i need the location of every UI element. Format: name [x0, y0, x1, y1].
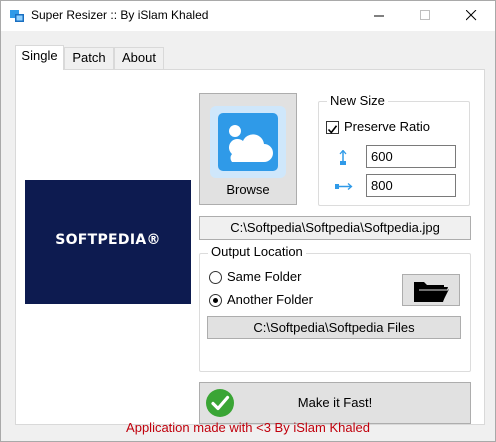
height-input[interactable]: 600 [366, 145, 456, 168]
tab-patch[interactable]: Patch [64, 47, 114, 69]
single-tab-panel: SOFTPEDIA® Browse New Size Preserve Rati… [15, 69, 485, 425]
footer-credit: Application made with <3 By iSlam Khaled [126, 420, 370, 435]
title-bar[interactable]: Super Resizer :: By iSlam Khaled [1, 1, 495, 31]
preview-logo: SOFTPEDIA® [55, 232, 161, 248]
app-icon [10, 10, 24, 22]
radio-selected-dot [213, 298, 218, 303]
height-arrow-icon [339, 150, 347, 165]
minimize-icon [374, 15, 384, 17]
minimize-button[interactable] [357, 1, 403, 30]
browse-label: Browse [226, 182, 270, 197]
width-arrow-icon [335, 183, 353, 190]
tab-single[interactable]: Single [15, 45, 64, 70]
output-location-label: Output Location [208, 244, 306, 259]
tab-about[interactable]: About [114, 47, 164, 69]
output-path-field[interactable]: C:\Softpedia\Softpedia Files [207, 316, 461, 339]
maximize-button[interactable] [403, 1, 449, 30]
make-it-fast-button[interactable]: Make it Fast! [199, 382, 471, 424]
browse-button[interactable]: Browse [199, 93, 297, 205]
tab-about-label: About [122, 50, 156, 65]
app-window: Super Resizer :: By iSlam Khaled Single … [0, 0, 496, 442]
same-folder-radio[interactable] [209, 271, 222, 284]
preserve-ratio-label: Preserve Ratio [344, 119, 430, 134]
output-location-group: Output Location Same Folder Another Fold… [199, 244, 471, 372]
another-folder-label: Another Folder [227, 292, 313, 307]
preserve-ratio-checkbox[interactable] [326, 121, 339, 134]
new-size-group: New Size Preserve Ratio 600 800 [318, 93, 470, 206]
choose-folder-button[interactable] [402, 274, 460, 306]
another-folder-radio[interactable] [209, 294, 222, 307]
same-folder-label: Same Folder [227, 269, 302, 284]
tab-patch-label: Patch [72, 50, 106, 65]
client-area: Single Patch About SOFTPEDIA® Browse New… [1, 31, 495, 441]
width-input[interactable]: 800 [366, 174, 456, 197]
close-button[interactable] [449, 1, 495, 30]
tab-single-label: Single [21, 48, 58, 63]
image-icon [210, 106, 286, 178]
maximize-icon [420, 10, 430, 20]
close-icon [466, 10, 477, 21]
checkmark-icon [327, 125, 338, 134]
image-preview: SOFTPEDIA® [25, 180, 191, 304]
source-path-field[interactable]: C:\Softpedia\Softpedia\Softpedia.jpg [199, 216, 471, 240]
make-it-fast-label: Make it Fast! [297, 395, 373, 410]
folder-open-icon [414, 282, 449, 302]
window-title: Super Resizer :: By iSlam Khaled [31, 8, 209, 22]
new-size-label: New Size [327, 93, 388, 108]
